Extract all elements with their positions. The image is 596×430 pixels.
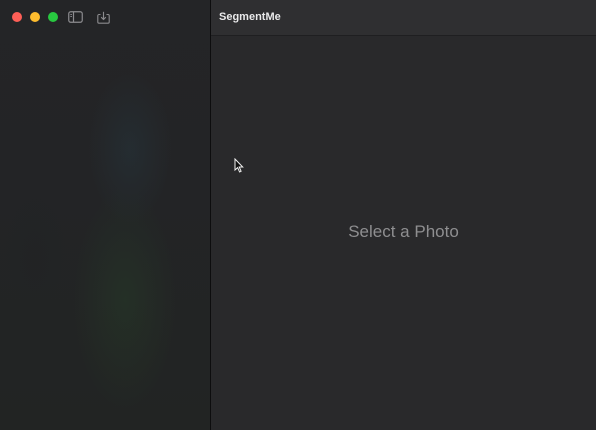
- sidebar-left-icon: [67, 11, 83, 23]
- title-bar: SegmentMe: [211, 0, 596, 36]
- tray-arrow-down-icon: [96, 11, 110, 24]
- traffic-lights: [12, 12, 58, 22]
- empty-state-label: Select a Photo: [348, 222, 459, 241]
- app-window: SegmentMe Select a Photo: [0, 0, 596, 430]
- close-window-button[interactable]: [12, 12, 22, 22]
- detail-pane: SegmentMe Select a Photo: [211, 0, 596, 430]
- import-photo-button[interactable]: [95, 10, 111, 24]
- minimize-window-button[interactable]: [30, 12, 40, 22]
- sidebar-toggle-button[interactable]: [67, 10, 83, 24]
- window-title: SegmentMe: [219, 11, 281, 23]
- sidebar: [0, 0, 210, 430]
- sidebar-background: [0, 0, 210, 430]
- mouse-pointer-icon: [234, 157, 244, 178]
- zoom-window-button[interactable]: [48, 12, 58, 22]
